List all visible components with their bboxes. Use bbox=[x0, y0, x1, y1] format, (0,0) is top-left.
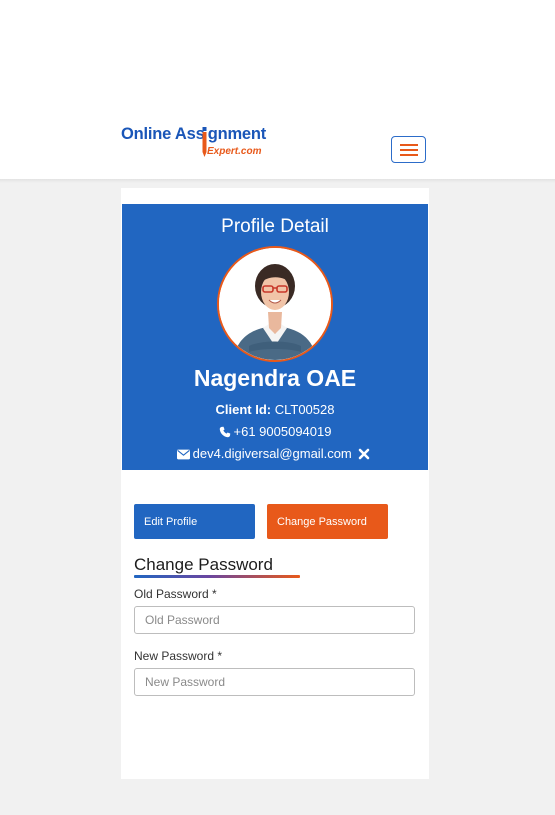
old-password-input[interactable] bbox=[134, 606, 415, 634]
logo-text: Online Ass gnment bbox=[121, 125, 267, 143]
menu-bar bbox=[400, 153, 418, 156]
phone-line: +61 9005094019 bbox=[122, 424, 428, 439]
header-bar bbox=[0, 0, 555, 179]
panel-title: Profile Detail bbox=[221, 216, 329, 237]
new-password-input[interactable] bbox=[134, 668, 415, 696]
change-password-button[interactable]: Change Password bbox=[267, 504, 388, 539]
phone-number[interactable]: +61 9005094019 bbox=[234, 424, 332, 439]
title-underline bbox=[134, 575, 300, 578]
avatar-photo bbox=[219, 248, 331, 360]
close-icon[interactable] bbox=[358, 448, 370, 460]
section-title: Change Password bbox=[134, 555, 273, 574]
envelope-icon bbox=[176, 449, 190, 460]
profile-panel: Profile Detail Nagendra OAE Client Id: C… bbox=[122, 204, 428, 470]
avatar bbox=[217, 246, 333, 362]
site-logo[interactable]: Online Ass gnment Expert.com bbox=[121, 125, 271, 161]
hamburger-menu-button[interactable] bbox=[391, 136, 426, 163]
client-id-label: Client Id: bbox=[215, 402, 272, 417]
new-password-label: New Password * bbox=[134, 649, 223, 663]
email-line: dev4.digiversal@gmail.com bbox=[122, 446, 428, 461]
header-shadow bbox=[0, 179, 555, 183]
client-id-value: CLT00528 bbox=[274, 402, 335, 417]
logo-subtext: Expert.com bbox=[207, 146, 262, 157]
profile-name: Nagendra OAE bbox=[193, 365, 357, 391]
phone-icon bbox=[219, 426, 230, 438]
edit-profile-button[interactable]: Edit Profile bbox=[134, 504, 255, 539]
menu-bar bbox=[400, 143, 418, 146]
client-id-line: Client Id: CLT00528 bbox=[122, 402, 428, 417]
card-lower-area bbox=[121, 697, 429, 779]
email-address[interactable]: dev4.digiversal@gmail.com bbox=[193, 446, 352, 461]
menu-bar bbox=[400, 148, 418, 151]
old-password-label: Old Password * bbox=[134, 587, 217, 601]
